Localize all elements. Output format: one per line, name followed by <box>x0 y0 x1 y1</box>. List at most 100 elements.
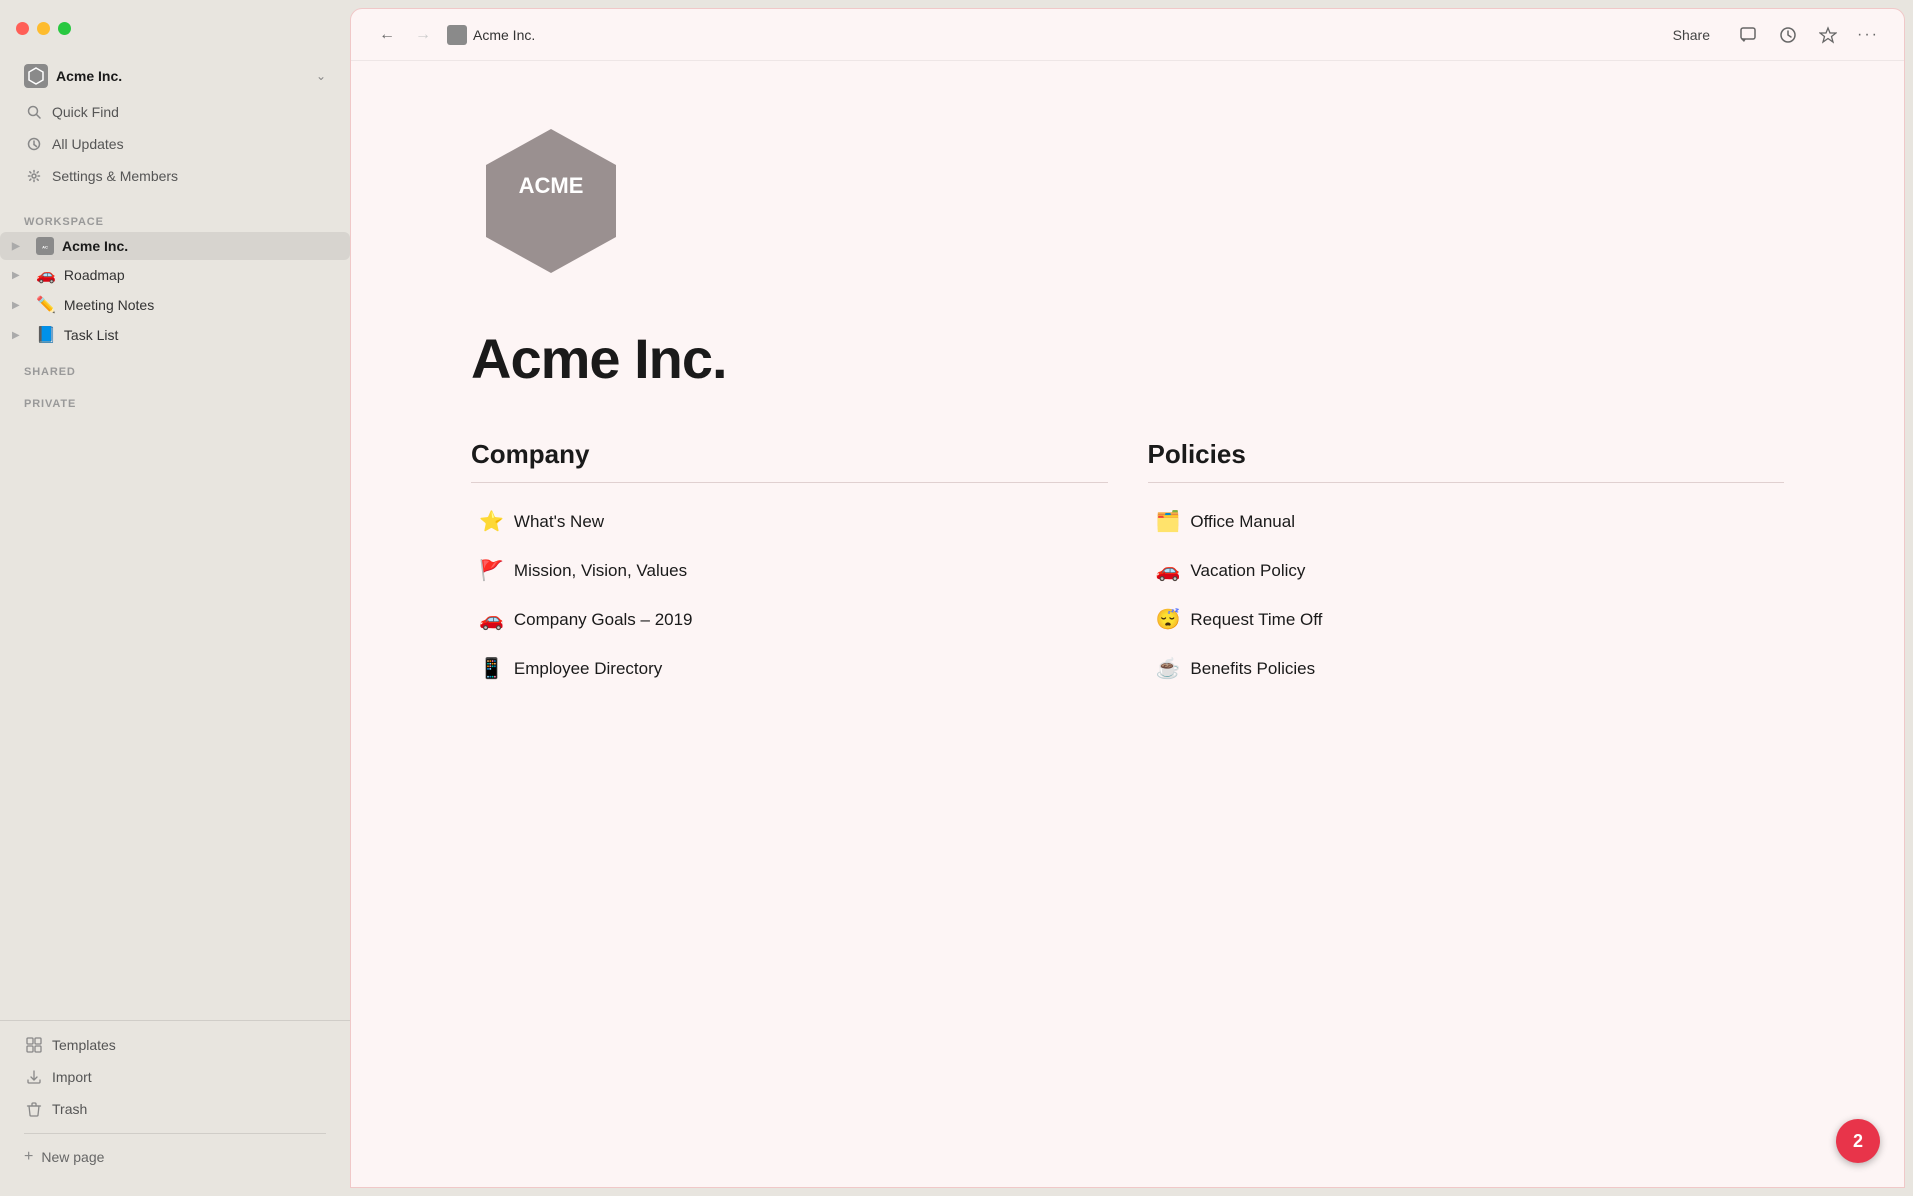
workspace-icon <box>24 64 48 88</box>
goals-label: Company Goals – 2019 <box>514 610 693 630</box>
search-icon <box>24 102 44 122</box>
page-title: Acme Inc. <box>471 326 1784 391</box>
employee-directory-label: Employee Directory <box>514 659 662 679</box>
list-item-whats-new[interactable]: ⭐ What's New <box>471 499 1108 544</box>
sidebar-divider <box>24 1133 326 1134</box>
maximize-button[interactable] <box>58 22 71 35</box>
import-label: Import <box>52 1069 92 1085</box>
star-icon: ⭐ <box>479 509 504 534</box>
more-options-button[interactable]: ··· <box>1852 19 1884 51</box>
chevron-right-icon: ▶ <box>12 300 28 311</box>
clock-icon <box>24 134 44 154</box>
sidebar-item-task-list-label: Task List <box>64 327 118 343</box>
favorite-button[interactable] <box>1812 19 1844 51</box>
flag-icon: 🚩 <box>479 558 504 583</box>
vacation-policy-label: Vacation Policy <box>1190 561 1305 581</box>
topbar: ← → Acme Inc. Share <box>351 9 1904 61</box>
templates-item[interactable]: Templates <box>12 1029 338 1061</box>
roadmap-icon: 🚗 <box>36 265 56 285</box>
templates-label: Templates <box>52 1037 116 1053</box>
list-item-vacation-policy[interactable]: 🚗 Vacation Policy <box>1148 548 1785 593</box>
breadcrumb: Acme Inc. <box>447 25 535 45</box>
sidebar-item-acme-inc[interactable]: ▶ AC Acme Inc. <box>0 232 350 260</box>
content-grid: Company ⭐ What's New 🚩 Mission, Vision, … <box>471 439 1784 691</box>
svg-text:ACME: ACME <box>519 173 584 198</box>
car-icon: 🚗 <box>479 607 504 632</box>
page-content: ACME Acme Inc. Company ⭐ What's New 🚩 Mi… <box>351 61 1904 1187</box>
new-page-button[interactable]: + New page <box>12 1142 338 1172</box>
task-list-icon: 📘 <box>36 325 56 345</box>
list-item-office-manual[interactable]: 🗂️ Office Manual <box>1148 499 1785 544</box>
breadcrumb-title: Acme Inc. <box>473 27 535 43</box>
list-item-employee-directory[interactable]: 📱 Employee Directory <box>471 646 1108 691</box>
history-button[interactable] <box>1772 19 1804 51</box>
sidebar-item-meeting-notes-label: Meeting Notes <box>64 297 154 313</box>
svg-text:AC: AC <box>42 245 48 250</box>
chevron-right-icon: ▶ <box>12 330 28 341</box>
meeting-notes-icon: ✏️ <box>36 295 56 315</box>
mission-label: Mission, Vision, Values <box>514 561 687 581</box>
sidebar-item-roadmap-label: Roadmap <box>64 267 125 283</box>
minimize-button[interactable] <box>37 22 50 35</box>
breadcrumb-icon <box>447 25 467 45</box>
list-item-benefits[interactable]: ☕ Benefits Policies <box>1148 646 1785 691</box>
workspace-section-label: WORKSPACE <box>0 200 350 232</box>
list-item-request-time-off[interactable]: 😴 Request Time Off <box>1148 597 1785 642</box>
benefits-label: Benefits Policies <box>1190 659 1315 679</box>
settings-members-label: Settings & Members <box>52 168 178 184</box>
page-logo: ACME <box>471 121 1784 286</box>
forward-button[interactable]: → <box>407 19 439 51</box>
chevron-right-icon: ▶ <box>12 270 28 281</box>
private-section-label: PRIVATE <box>0 382 350 414</box>
sidebar-item-task-list[interactable]: ▶ 📘 Task List <box>0 320 350 350</box>
acme-hexagon-logo: ACME <box>471 121 631 281</box>
workspace-header[interactable]: Acme Inc. ⌄ <box>12 56 338 96</box>
phone-icon: 📱 <box>479 656 504 681</box>
quick-find-item[interactable]: Quick Find <box>12 96 338 128</box>
chevron-right-icon: ▶ <box>12 241 28 252</box>
notification-count: 2 <box>1853 1131 1863 1152</box>
import-icon <box>24 1067 44 1087</box>
comments-button[interactable] <box>1732 19 1764 51</box>
new-page-label: New page <box>41 1149 104 1165</box>
notification-badge[interactable]: 2 <box>1836 1119 1880 1163</box>
folder-icon: 🗂️ <box>1156 509 1181 534</box>
acme-icon: AC <box>36 237 54 255</box>
main-content: ← → Acme Inc. Share <box>350 8 1905 1188</box>
trash-item[interactable]: Trash <box>12 1093 338 1125</box>
all-updates-item[interactable]: All Updates <box>12 128 338 160</box>
settings-icon <box>24 166 44 186</box>
whats-new-label: What's New <box>514 512 604 532</box>
shared-section-label: SHARED <box>0 350 350 382</box>
sidebar-item-meeting-notes[interactable]: ▶ ✏️ Meeting Notes <box>0 290 350 320</box>
topbar-actions: Share ··· <box>1659 19 1884 51</box>
workspace-chevron-icon: ⌄ <box>316 69 326 83</box>
sidebar-bottom: Templates Import Trash <box>0 1020 350 1196</box>
workspace-name: Acme Inc. <box>56 68 308 84</box>
policies-list: 🗂️ Office Manual 🚗 Vacation Policy 😴 Req… <box>1148 499 1785 691</box>
window-chrome <box>0 0 350 56</box>
request-time-off-label: Request Time Off <box>1190 610 1322 630</box>
sidebar-item-roadmap[interactable]: ▶ 🚗 Roadmap <box>0 260 350 290</box>
car2-icon: 🚗 <box>1156 558 1181 583</box>
close-button[interactable] <box>16 22 29 35</box>
company-section: Company ⭐ What's New 🚩 Mission, Vision, … <box>471 439 1108 691</box>
settings-members-item[interactable]: Settings & Members <box>12 160 338 192</box>
list-item-mission[interactable]: 🚩 Mission, Vision, Values <box>471 548 1108 593</box>
templates-icon <box>24 1035 44 1055</box>
import-item[interactable]: Import <box>12 1061 338 1093</box>
coffee-icon: ☕ <box>1156 656 1181 681</box>
share-button[interactable]: Share <box>1659 21 1724 49</box>
company-list: ⭐ What's New 🚩 Mission, Vision, Values 🚗… <box>471 499 1108 691</box>
sidebar: Acme Inc. ⌄ Quick Find All Upda <box>0 0 350 1196</box>
trash-icon <box>24 1099 44 1119</box>
back-button[interactable]: ← <box>371 19 403 51</box>
plus-icon: + <box>24 1148 33 1166</box>
policies-section: Policies 🗂️ Office Manual 🚗 Vacation Pol… <box>1148 439 1785 691</box>
list-item-goals[interactable]: 🚗 Company Goals – 2019 <box>471 597 1108 642</box>
all-updates-label: All Updates <box>52 136 124 152</box>
quick-find-label: Quick Find <box>52 104 119 120</box>
navigation-buttons: ← → <box>371 19 439 51</box>
trash-label: Trash <box>52 1101 87 1117</box>
sleeping-icon: 😴 <box>1156 607 1181 632</box>
